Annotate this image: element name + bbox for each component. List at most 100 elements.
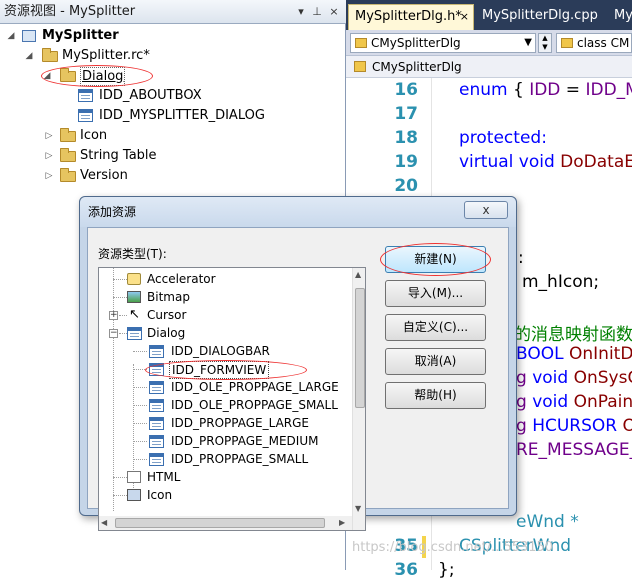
line-number: 18: [394, 128, 418, 148]
collapse-minus-icon[interactable]: −: [109, 329, 118, 338]
folder-icon: [60, 128, 76, 142]
dialog-titlebar[interactable]: 添加资源: [80, 197, 516, 227]
scroll-up-icon[interactable]: ▲: [355, 270, 361, 279]
dialog-resource-icon: [149, 399, 164, 412]
scroll-down-icon[interactable]: ▼: [355, 504, 361, 513]
list-item-proppage-large[interactable]: IDD_PROPPAGE_LARGE: [99, 414, 349, 432]
help-button[interactable]: 帮助(H): [385, 382, 486, 409]
pin-icon[interactable]: ⊥: [310, 5, 324, 19]
list-item-label: IDD_OLE_PROPPAGE_LARGE: [171, 380, 339, 394]
icon-resource-icon: [127, 489, 141, 501]
list-item-ole-proppage-large[interactable]: IDD_OLE_PROPPAGE_LARGE: [99, 378, 349, 396]
help-button-label: 帮助(H): [414, 388, 457, 402]
tree-line: [133, 423, 147, 424]
import-button[interactable]: 导入(M)...: [385, 280, 486, 307]
tab-mysplitterdlg-h[interactable]: MySplitterDlg.h* ×: [348, 4, 474, 30]
tab-mysplitterdlg-cpp[interactable]: MySplitterDlg.cpp: [476, 4, 598, 30]
line-number: 16: [394, 80, 418, 100]
scrollbar-thumb[interactable]: [355, 288, 365, 408]
code-line-18[interactable]: protected:: [459, 128, 547, 148]
list-item-proppage-medium[interactable]: IDD_PROPPAGE_MEDIUM: [99, 432, 349, 450]
list-item-label: Accelerator: [147, 272, 216, 286]
class-combo-value: CMySplitterDlg: [371, 36, 461, 50]
scroll-left-icon[interactable]: ◀: [101, 518, 107, 527]
code-fragment[interactable]: g void OnSysC: [516, 368, 632, 388]
scrollbar-thumb[interactable]: [115, 518, 325, 528]
tree-folder-label: Version: [80, 168, 128, 183]
import-button-label: 导入(M)...: [407, 286, 464, 300]
highlight-oval-new: [380, 243, 491, 276]
class-combo[interactable]: CMySplitterDlg ▼: [350, 33, 536, 53]
member-combo[interactable]: class CM: [556, 33, 632, 53]
cancel-button-label: 取消(A): [414, 354, 457, 368]
list-item-html[interactable]: HTML: [99, 468, 349, 486]
dropdown-icon[interactable]: ▾: [294, 5, 308, 19]
code-line-16[interactable]: enum { IDD = IDD_MY: [459, 80, 632, 100]
list-item-bitmap[interactable]: Bitmap: [99, 288, 349, 306]
tree-folder-label: Icon: [80, 128, 108, 143]
combo-spin[interactable]: ▲ ▼: [538, 33, 552, 53]
tree-line: [133, 459, 147, 460]
custom-button[interactable]: 自定义(C)...: [385, 314, 486, 341]
close-icon[interactable]: ×: [327, 5, 341, 19]
code-fragment[interactable]: :: [518, 248, 524, 268]
tree-root-label: MySplitter: [42, 28, 119, 43]
list-item-dialog[interactable]: − Dialog: [99, 324, 349, 342]
list-item-accelerator[interactable]: Accelerator: [99, 270, 349, 288]
collapsed-arrow-icon[interactable]: ▷: [44, 166, 54, 186]
resource-type-tree[interactable]: Accelerator Bitmap + ↖ Cursor − Dialog I…: [98, 267, 366, 531]
dialog-title: 添加资源: [88, 205, 137, 219]
line-number: 17: [394, 104, 418, 124]
horizontal-scrollbar[interactable]: ◀ ▶: [99, 516, 352, 530]
close-icon[interactable]: ×: [460, 5, 469, 29]
collapsed-arrow-icon[interactable]: ▷: [44, 126, 54, 146]
dialog-close-button[interactable]: x: [464, 201, 508, 219]
vertical-scrollbar[interactable]: ▲ ▼: [352, 268, 365, 530]
tree-rc-label: MySplitter.rc*: [62, 48, 150, 63]
list-item-ole-proppage-small[interactable]: IDD_OLE_PROPPAGE_SMALL: [99, 396, 349, 414]
custom-button-label: 自定义(C)...: [402, 320, 469, 334]
class-icon: [354, 61, 366, 72]
list-item-label: Cursor: [147, 308, 187, 322]
code-fragment[interactable]: BOOL OnInitDi: [516, 344, 632, 364]
chevron-down-icon[interactable]: ▼: [524, 34, 532, 52]
code-fragment[interactable]: m_hIcon;: [522, 272, 599, 292]
dialog-resource-icon: [78, 89, 93, 102]
code-fragment[interactable]: RE_MESSAGE_I: [516, 440, 632, 460]
accelerator-icon: [127, 273, 141, 285]
folder-icon: [60, 148, 76, 162]
tree-line: [113, 495, 127, 496]
code-comment[interactable]: 的消息映射函数: [514, 320, 632, 345]
folder-icon: [60, 168, 76, 182]
cursor-icon: ↖: [129, 307, 140, 322]
list-item-dialogbar[interactable]: IDD_DIALOGBAR: [99, 342, 349, 360]
class-icon: [561, 38, 573, 48]
dialog-resource-icon: [149, 453, 164, 466]
code-fragment[interactable]: g void OnPaint: [516, 392, 632, 412]
expand-plus-icon[interactable]: +: [109, 311, 118, 320]
code-fragment[interactable]: g HCURSOR O: [516, 416, 632, 436]
collapsed-arrow-icon[interactable]: ▷: [44, 146, 54, 166]
list-item-icon[interactable]: Icon: [99, 486, 349, 504]
list-item-label: IDD_PROPPAGE_LARGE: [171, 416, 310, 430]
html-icon: [127, 471, 141, 483]
code-line-19[interactable]: virtual void DoDataEx: [459, 152, 632, 172]
dialog-body: 资源类型(T): Accelerator Bitmap + ↖ Cursor −…: [87, 227, 509, 531]
expanded-arrow-icon[interactable]: ◢: [24, 46, 34, 66]
code-fragment[interactable]: eWnd *: [516, 512, 579, 532]
dialog-resource-icon: [149, 435, 164, 448]
line-number: 36: [394, 560, 418, 580]
list-item-cursor[interactable]: + ↖ Cursor: [99, 306, 349, 324]
breadcrumb[interactable]: CMySplitterDlg: [346, 56, 632, 78]
scroll-right-icon[interactable]: ▶: [339, 518, 345, 527]
expanded-arrow-icon[interactable]: ◢: [6, 26, 16, 46]
highlight-oval-formview: [145, 360, 307, 380]
dialog-resource-icon: [78, 109, 93, 122]
tab-label: My: [614, 8, 632, 23]
cancel-button[interactable]: 取消(A): [385, 348, 486, 375]
code-line-36[interactable]: };: [438, 560, 455, 580]
list-item-label: IDD_PROPPAGE_MEDIUM: [171, 434, 319, 448]
list-item-label: Icon: [147, 488, 173, 502]
list-item-proppage-small[interactable]: IDD_PROPPAGE_SMALL: [99, 450, 349, 468]
tab-partial[interactable]: My: [610, 4, 632, 30]
